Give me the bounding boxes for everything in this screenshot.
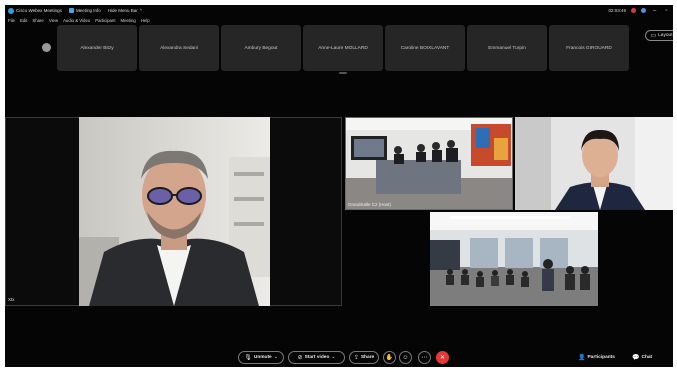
layout-icon: ▭ bbox=[650, 33, 657, 39]
title-bar-right: 02:03:49 – ▫ bbox=[608, 5, 670, 16]
menu-edit[interactable]: Edit bbox=[20, 18, 27, 23]
more-options-button[interactable]: ⋯ bbox=[418, 351, 431, 364]
participant-tile[interactable]: Emmanuel Turpin bbox=[467, 25, 547, 71]
shield-icon bbox=[68, 8, 74, 13]
participants-label: Participants bbox=[587, 355, 615, 360]
gallery-tile-audience[interactable] bbox=[430, 212, 598, 306]
chat-panel-button[interactable]: 💬 Chat bbox=[632, 351, 652, 364]
reactions-button[interactable]: ☺ bbox=[399, 351, 412, 364]
reactions-icon: ☺ bbox=[402, 354, 409, 361]
chat-icon: 💬 bbox=[632, 355, 640, 361]
participant-tile[interactable]: Alexandra Sedani bbox=[139, 25, 219, 71]
menu-help[interactable]: Help bbox=[141, 18, 150, 23]
hide-menu-bar-button[interactable]: Hide Menu Bar ^ bbox=[108, 8, 142, 13]
menu-meeting[interactable]: Meeting bbox=[121, 18, 136, 23]
share-button[interactable]: ⇪ Share bbox=[349, 351, 379, 364]
strip-drag-handle[interactable] bbox=[339, 72, 347, 74]
strip-scroll-left-icon[interactable] bbox=[42, 43, 51, 52]
participant-tile[interactable]: Anne-Laure MOLLARD bbox=[303, 25, 383, 71]
leave-icon: ✕ bbox=[439, 355, 446, 361]
chevron-down-icon: ⌄ bbox=[273, 355, 278, 360]
app-title: Cisco Webex Meetings bbox=[16, 8, 62, 13]
gallery-tile-participant[interactable] bbox=[515, 117, 673, 210]
menu-file[interactable]: File bbox=[8, 18, 15, 23]
host-tile-name: GrandSalle C2 (Host) bbox=[348, 202, 392, 207]
menu-audio-video[interactable]: Audio & Video bbox=[63, 18, 90, 23]
user-avatar[interactable] bbox=[641, 8, 646, 13]
video-off-icon: ⊘ bbox=[297, 355, 303, 361]
meeting-timer: 02:03:49 bbox=[608, 8, 626, 13]
meeting-controls: 🎙 Unmute ⌄ ⊘ Start video ⌄ ⇪ Share ✋ ☺ ⋯… bbox=[5, 349, 673, 367]
participant-tile[interactable]: Ambury Begout bbox=[221, 25, 301, 71]
share-label: Share bbox=[360, 355, 375, 360]
host-room-video-image bbox=[346, 118, 512, 209]
more-icon: ⋯ bbox=[421, 355, 428, 361]
participant-strip: Alexander Bitzy Alexandra Sedani Ambury … bbox=[57, 25, 629, 71]
unmute-button[interactable]: 🎙 Unmute ⌄ bbox=[238, 351, 284, 364]
menu-participant[interactable]: Participant bbox=[95, 18, 115, 23]
hide-menu-bar-label: Hide Menu Bar bbox=[107, 8, 138, 13]
title-bar: Cisco Webex Meetings Meeting Info Hide M… bbox=[5, 5, 673, 16]
participant-tile[interactable]: Francois GIROUARD bbox=[549, 25, 629, 71]
participant-video-image bbox=[515, 117, 673, 210]
chevron-down-icon: ⌄ bbox=[331, 355, 336, 360]
participants-icon: 👤 bbox=[578, 355, 586, 361]
active-speaker-video[interactable] bbox=[79, 117, 270, 306]
minimize-icon[interactable]: – bbox=[651, 8, 658, 14]
menu-share[interactable]: Share bbox=[32, 18, 43, 23]
maximize-icon[interactable]: ▫ bbox=[663, 8, 670, 14]
participants-panel-button[interactable]: 👤 Participants bbox=[578, 351, 615, 364]
webex-window: Cisco Webex Meetings Meeting Info Hide M… bbox=[5, 5, 673, 367]
unmute-label: Unmute bbox=[253, 355, 272, 360]
participant-tile[interactable]: Caroline BOIXLAVANT bbox=[385, 25, 465, 71]
raise-hand-icon: ✋ bbox=[385, 355, 394, 361]
meeting-info-label: Meeting Info bbox=[75, 8, 101, 13]
meeting-info-button[interactable]: Meeting Info bbox=[68, 8, 101, 13]
chat-label: Chat bbox=[641, 355, 653, 360]
share-icon: ⇪ bbox=[353, 355, 359, 361]
recording-indicator-icon bbox=[631, 8, 636, 13]
webex-logo-icon bbox=[8, 7, 14, 14]
gallery-tile-host[interactable] bbox=[345, 117, 513, 210]
active-speaker-name: Xtx bbox=[8, 297, 15, 302]
menu-bar: File Edit Share View Audio & Video Parti… bbox=[5, 16, 155, 25]
start-video-label: Start video bbox=[304, 355, 330, 360]
layout-label: Layout bbox=[658, 33, 673, 38]
participant-tile[interactable]: Alexander Bitzy bbox=[57, 25, 137, 71]
menu-view[interactable]: View bbox=[49, 18, 58, 23]
raise-hand-button[interactable]: ✋ bbox=[383, 351, 396, 364]
audience-room-video-image bbox=[430, 212, 598, 306]
speaker-video-image bbox=[79, 117, 270, 306]
mic-muted-icon: 🎙 bbox=[244, 355, 252, 361]
leave-meeting-button[interactable]: ✕ bbox=[436, 351, 449, 364]
chevron-up-icon: ^ bbox=[139, 8, 142, 13]
layout-button[interactable]: ▭ Layout bbox=[645, 30, 673, 41]
start-video-button[interactable]: ⊘ Start video ⌄ bbox=[288, 351, 345, 364]
